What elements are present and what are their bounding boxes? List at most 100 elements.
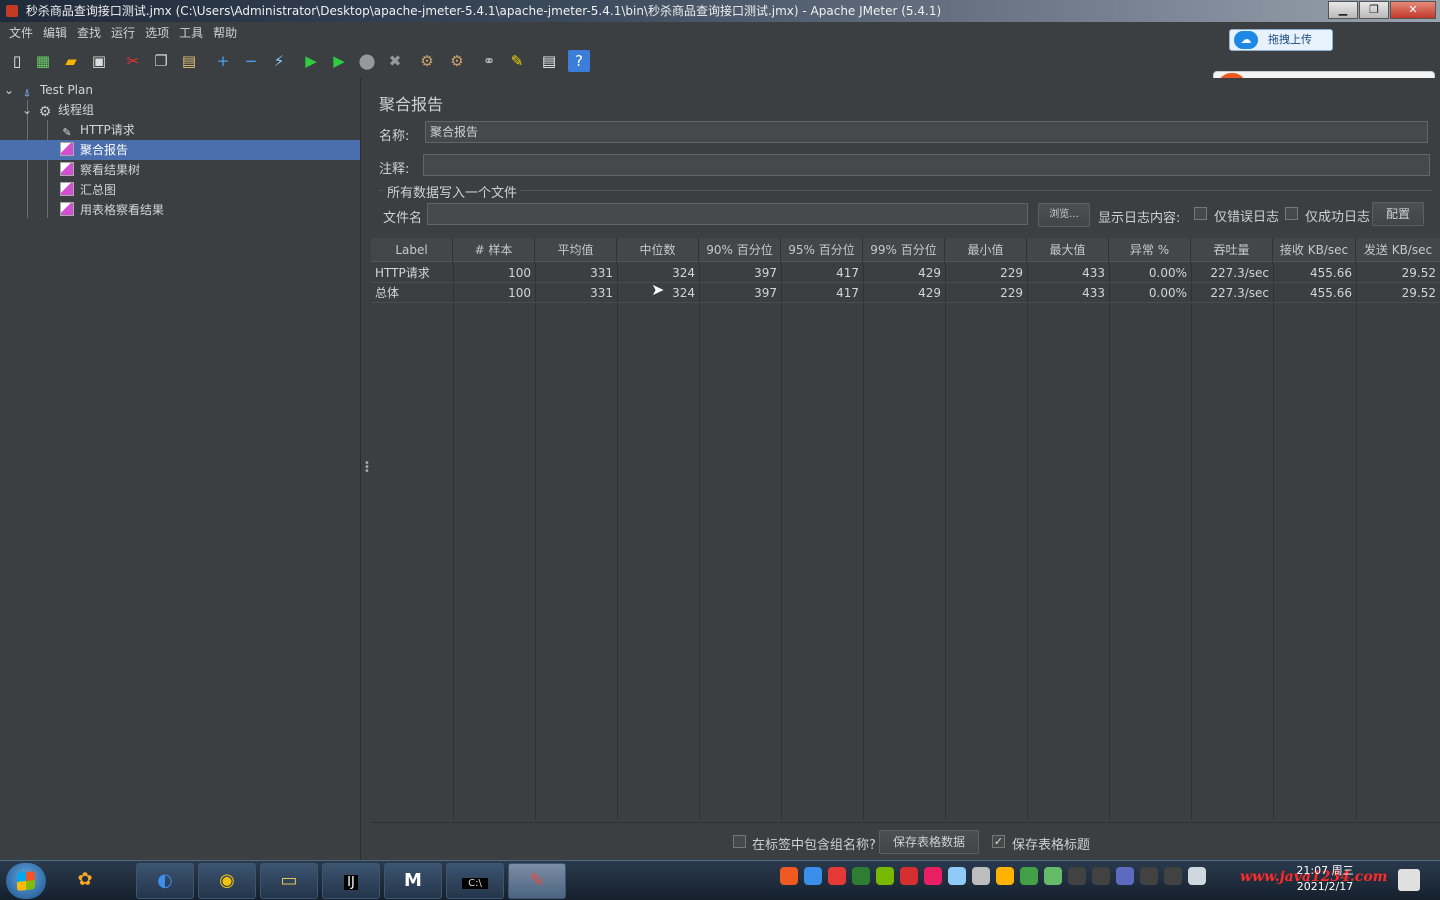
filename-input[interactable] bbox=[427, 203, 1028, 225]
taskbar-app-explorer[interactable]: ▭ bbox=[260, 863, 318, 899]
col-p95[interactable]: 95% 百分位 bbox=[781, 238, 863, 262]
toggle-icon[interactable]: ⚡ bbox=[268, 50, 290, 72]
shield-tray-icon[interactable] bbox=[852, 867, 870, 885]
minimize-button[interactable]: ▁ bbox=[1328, 1, 1358, 19]
qq-tray-icon[interactable] bbox=[1164, 867, 1182, 885]
tree-node-thread-group[interactable]: ⌄ ⚙ 线程组 bbox=[22, 100, 94, 120]
tree-node-view-results-table[interactable]: 用表格察看结果 bbox=[60, 200, 164, 220]
menu-file[interactable]: 文件 bbox=[4, 22, 38, 44]
cell-max: 433 bbox=[1027, 263, 1109, 283]
configure-button[interactable]: 配置 bbox=[1372, 202, 1424, 226]
tree-node-view-results-tree[interactable]: 察看结果树 bbox=[60, 160, 140, 180]
volume-icon[interactable] bbox=[1188, 867, 1206, 885]
start-icon[interactable]: ▶ bbox=[300, 50, 322, 72]
search-icon[interactable]: ⚭ bbox=[478, 50, 500, 72]
name-input[interactable]: 聚合报告 bbox=[425, 121, 1428, 143]
action-center-icon[interactable] bbox=[1398, 869, 1420, 891]
browse-button[interactable]: 浏览... bbox=[1038, 203, 1090, 227]
collapse-icon[interactable]: − bbox=[240, 50, 262, 72]
notes-tray-icon[interactable] bbox=[996, 867, 1014, 885]
qq-tray-icon[interactable] bbox=[1068, 867, 1086, 885]
antivirus-tray-icon[interactable] bbox=[828, 867, 846, 885]
device-tray-icon[interactable] bbox=[972, 867, 990, 885]
tree-node-http-request[interactable]: ✎ HTTP请求 bbox=[60, 120, 134, 140]
cut-icon[interactable]: ✂ bbox=[122, 50, 144, 72]
success-only-checkbox[interactable] bbox=[1285, 207, 1298, 220]
col-sent[interactable]: 发送 KB/sec bbox=[1356, 238, 1440, 262]
include-group-checkbox[interactable] bbox=[733, 835, 746, 848]
templates-icon[interactable]: ▦ bbox=[32, 50, 54, 72]
open-icon[interactable]: ▰ bbox=[60, 50, 82, 72]
menu-help[interactable]: 帮助 bbox=[208, 22, 242, 44]
qq-tray-icon[interactable] bbox=[1140, 867, 1158, 885]
col-throughput[interactable]: 吞吐量 bbox=[1191, 238, 1273, 262]
col-median[interactable]: 中位数 bbox=[617, 238, 699, 262]
drag-handle-icon[interactable]: • • • bbox=[364, 459, 370, 477]
box-tray-icon[interactable] bbox=[804, 867, 822, 885]
col-error[interactable]: 异常 % bbox=[1109, 238, 1191, 262]
taskbar-app-intellij[interactable]: IJ bbox=[322, 863, 380, 899]
comment-label: 注释: bbox=[379, 162, 410, 177]
clear-icon[interactable]: ⚙ bbox=[416, 50, 438, 72]
system-clock[interactable]: 21:07 周三 2021/2/17 bbox=[1290, 863, 1360, 895]
col-samples[interactable]: # 样本 bbox=[453, 238, 535, 262]
reset-search-icon[interactable]: ✎ bbox=[506, 50, 528, 72]
flower-tray-icon[interactable] bbox=[924, 867, 942, 885]
col-average[interactable]: 平均值 bbox=[535, 238, 617, 262]
taskbar-app-jmeter[interactable]: ✎ bbox=[508, 863, 566, 899]
qq-tray-icon[interactable] bbox=[1092, 867, 1110, 885]
table-row[interactable]: 总体 100 331 324 397 417 429 229 433 0.00%… bbox=[371, 283, 1440, 303]
taskbar-app-cmd[interactable]: C:\ bbox=[446, 863, 504, 899]
col-label[interactable]: Label bbox=[371, 238, 453, 262]
network-tray-icon[interactable] bbox=[948, 867, 966, 885]
help-icon[interactable]: ? bbox=[568, 50, 590, 72]
taskbar-app-pinwheel[interactable]: ✿ bbox=[56, 863, 114, 899]
function-helper-icon[interactable]: ▤ bbox=[538, 50, 560, 72]
wechat-tray-icon[interactable] bbox=[1020, 867, 1038, 885]
close-button[interactable]: ✕ bbox=[1390, 1, 1436, 19]
errors-only-checkbox[interactable] bbox=[1194, 207, 1207, 220]
stop-icon[interactable]: ⬤ bbox=[356, 50, 378, 72]
tree-node-aggregate-report[interactable]: 聚合报告 bbox=[0, 140, 360, 160]
chat-tray-icon[interactable] bbox=[1044, 867, 1062, 885]
col-received[interactable]: 接收 KB/sec bbox=[1273, 238, 1356, 262]
start-button[interactable] bbox=[6, 863, 46, 899]
nvidia-tray-icon[interactable] bbox=[876, 867, 894, 885]
taskbar-app-browser[interactable]: ◐ bbox=[136, 863, 194, 899]
upload-widget[interactable]: ☁ 拖拽上传 bbox=[1229, 29, 1333, 51]
taskbar-app-typora[interactable]: M bbox=[384, 863, 442, 899]
maximize-button[interactable]: ❐ bbox=[1359, 1, 1389, 19]
s-tray-icon[interactable] bbox=[900, 867, 918, 885]
col-p90[interactable]: 90% 百分位 bbox=[699, 238, 781, 262]
save-table-data-button[interactable]: 保存表格数据 bbox=[879, 830, 979, 854]
menu-options[interactable]: 选项 bbox=[140, 22, 174, 44]
taskbar-app-chrome[interactable]: ◉ bbox=[198, 863, 256, 899]
sogou-tray-icon[interactable] bbox=[780, 867, 798, 885]
chevron-down-icon[interactable]: ⌄ bbox=[22, 100, 38, 120]
menu-run[interactable]: 运行 bbox=[106, 22, 140, 44]
tree-node-test-plan[interactable]: ⌄ ⍋ Test Plan bbox=[4, 80, 93, 100]
clear-all-icon[interactable]: ⚙ bbox=[446, 50, 468, 72]
test-plan-tree: ⌄ ⍋ Test Plan ⌄ ⚙ 线程组 ✎ HTTP请求 聚合报告 察看结果树 汇总图… bbox=[0, 78, 360, 860]
save-icon[interactable]: ▣ bbox=[88, 50, 110, 72]
col-max[interactable]: 最大值 bbox=[1027, 238, 1109, 262]
menu-search[interactable]: 查找 bbox=[72, 22, 106, 44]
menu-tools[interactable]: 工具 bbox=[174, 22, 208, 44]
paste-icon[interactable]: ▤ bbox=[178, 50, 200, 72]
tree-node-summary-report[interactable]: 汇总图 bbox=[60, 180, 116, 200]
col-min[interactable]: 最小值 bbox=[945, 238, 1027, 262]
comment-input[interactable] bbox=[423, 154, 1430, 176]
log-content-label: 显示日志内容: bbox=[1098, 211, 1181, 226]
table-row[interactable]: HTTP请求 100 331 324 397 417 429 229 433 0… bbox=[371, 263, 1440, 283]
start-no-pause-icon[interactable]: ▶ bbox=[328, 50, 350, 72]
col-p99[interactable]: 99% 百分位 bbox=[863, 238, 945, 262]
split-pane-divider[interactable]: • • • bbox=[360, 78, 370, 860]
java-tray-icon[interactable] bbox=[1116, 867, 1134, 885]
copy-icon[interactable]: ❐ bbox=[150, 50, 172, 72]
chevron-down-icon[interactable]: ⌄ bbox=[4, 80, 20, 100]
menu-edit[interactable]: 编辑 bbox=[38, 22, 72, 44]
expand-icon[interactable]: + bbox=[212, 50, 234, 72]
new-icon[interactable]: ▯ bbox=[6, 50, 28, 72]
save-header-checkbox[interactable]: ✓ bbox=[992, 835, 1005, 848]
shutdown-icon[interactable]: ✖ bbox=[384, 50, 406, 72]
